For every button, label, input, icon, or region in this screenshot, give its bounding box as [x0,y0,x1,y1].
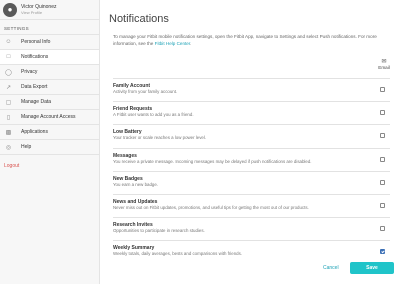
sidebar-item-label: Privacy [21,69,38,75]
folder-icon: ▢ [5,99,12,106]
email-checkbox[interactable] [380,87,385,92]
notification-desc: Opportunities to participate in research… [113,228,205,234]
notification-row: Research Invites Opportunities to partic… [113,217,390,240]
notification-desc: You earn a new badge. [113,181,159,187]
view-profile-link[interactable]: View Profile [21,10,56,15]
email-column-label: Email [378,65,390,70]
intro-text: To manage your Fitbit mobile notificatio… [113,34,377,46]
cancel-button[interactable]: Cancel [323,265,339,271]
notification-desc: Activity from your family account. [113,89,178,94]
notification-desc: A Fitbit user wants to add you as a frie… [113,112,194,118]
email-checkbox[interactable] [380,110,385,116]
sidebar: ● Victor Quinonez View Profile SETTINGS … [0,0,100,284]
sidebar-item-label: Personal Info [21,39,51,45]
sidebar-item-personal-info[interactable]: ☺ Personal Info [0,35,99,50]
save-button[interactable]: Save [350,262,394,274]
sidebar-item-data-export[interactable]: ↗ Data Export [0,80,99,95]
notification-list: Family Account Activity from your family… [113,78,390,264]
logout-link[interactable]: Logout [0,155,99,169]
notification-desc: You receive a private message. Incoming … [113,158,312,164]
settings-section-label: SETTINGS [0,20,99,35]
notification-row: Low Battery Your tracker or scale reache… [113,124,390,147]
sidebar-item-label: Manage Data [21,99,52,105]
profile-header[interactable]: ● Victor Quinonez View Profile [0,0,99,20]
sidebar-item-notifications[interactable]: □ Notifications [0,50,99,65]
profile-text: Victor Quinonez View Profile [21,3,57,15]
sidebar-item-applications[interactable]: ▩ Applications [0,125,99,140]
person-icon: ☺ [5,39,12,45]
help-icon: ◎ [5,144,12,151]
notification-desc: Weekly totals, daily averages, bests and… [113,251,243,257]
email-checkbox[interactable] [380,226,385,232]
notification-row: Messages You receive a private message. … [113,147,390,171]
sidebar-item-privacy[interactable]: ◯ Privacy [0,65,99,80]
sidebar-item-label: Applications [21,129,48,135]
email-checkbox[interactable] [380,179,385,185]
notification-row: Family Account Activity from your family… [113,78,390,101]
notification-row: Friend Requests A Fitbit user wants to a… [113,101,390,124]
notification-desc: Your tracker or scale reaches a low powe… [113,135,207,141]
lock-icon: ◯ [5,69,12,76]
bell-icon: □ [6,54,11,60]
sidebar-item-label: Notifications [21,54,49,60]
intro-body: To manage your Fitbit mobile notificatio… [113,34,377,46]
key-icon: ▯ [6,114,11,121]
user-avatar-icon[interactable]: ● [3,2,17,17]
notification-desc: Never miss out on Fitbit updates, promot… [113,204,309,210]
email-checkbox[interactable] [380,202,385,208]
email-checkbox[interactable] [380,133,385,139]
notification-row: News and Updates Never miss out on Fitbi… [113,193,390,217]
main-content: Notifications To manage your Fitbit mobi… [100,0,400,284]
export-icon: ↗ [5,84,12,91]
email-checkbox[interactable] [380,249,385,255]
sidebar-item-label: Manage Account Access [21,114,76,120]
help-center-link[interactable]: Fitbit Help Center [155,41,191,46]
sidebar-item-manage-data[interactable]: ▢ Manage Data [0,95,99,110]
email-checkbox[interactable] [380,156,385,162]
notification-row: Weekly Summary Weekly totals, daily aver… [113,240,390,263]
notification-row: New Badges You earn a new badge. [113,170,390,194]
sidebar-item-manage-account-access[interactable]: ▯ Manage Account Access [0,110,99,125]
email-column-header: ✉ Email [378,59,390,70]
profile-name: Victor Quinonez [21,3,57,10]
sidebar-item-help[interactable]: ◎ Help [0,140,99,155]
sidebar-item-label: Data Export [21,84,48,90]
app-icon: ▩ [5,129,12,136]
sidebar-item-label: Help [21,144,32,150]
page-title: Notifications [109,13,169,25]
